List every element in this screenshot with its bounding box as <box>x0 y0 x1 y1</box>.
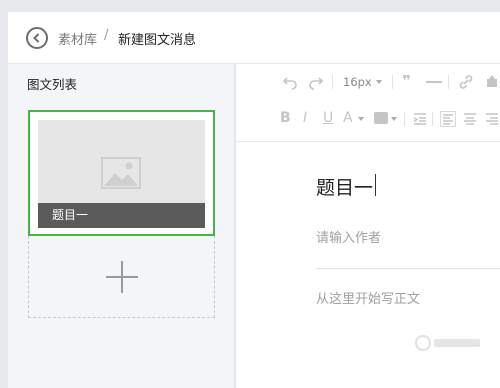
highlight-color-icon[interactable] <box>374 112 388 124</box>
indent-icon[interactable] <box>412 111 428 127</box>
horizontal-rule-icon[interactable] <box>426 81 442 83</box>
toolbar-divider <box>432 112 433 126</box>
align-left-icon[interactable] <box>440 111 456 127</box>
image-icon <box>101 157 141 189</box>
toolbar-divider <box>332 75 333 89</box>
link-icon[interactable] <box>458 74 474 90</box>
blockquote-icon[interactable]: ❞ <box>402 73 411 89</box>
breadcrumb-current: 新建图文消息 <box>118 33 197 48</box>
chevron-down-icon <box>391 117 397 121</box>
bold-button[interactable]: B <box>280 110 291 126</box>
breadcrumb-parent[interactable]: 素材库 <box>58 29 97 48</box>
toolbar-divider <box>404 112 405 126</box>
article-body-input[interactable]: 从这里开始写正文 <box>316 288 420 307</box>
font-color-button[interactable]: A <box>343 110 353 126</box>
editor-divider <box>316 268 500 269</box>
chevron-left-icon <box>33 33 40 43</box>
article-title-input[interactable]: 题目一 <box>316 173 373 200</box>
chevron-down-icon <box>358 117 364 121</box>
undo-icon[interactable] <box>282 74 298 90</box>
align-center-icon[interactable] <box>462 111 478 127</box>
underline-button[interactable]: U <box>323 110 333 126</box>
italic-button[interactable]: I <box>303 110 307 126</box>
back-button[interactable] <box>26 27 48 49</box>
article-list-title: 图文列表 <box>27 77 78 92</box>
breadcrumb-separator: / <box>104 28 109 43</box>
text-cursor <box>375 174 376 196</box>
font-size-select[interactable]: 16px <box>343 74 372 90</box>
cover-image-placeholder: 题目一 <box>38 120 205 228</box>
author-input[interactable]: 请输入作者 <box>316 227 381 246</box>
editor-toolbar: 16px ❞ B I U A <box>236 64 500 142</box>
toolbar-divider <box>392 75 393 89</box>
align-right-icon[interactable] <box>484 111 500 127</box>
article-card-caption: 题目一 <box>38 203 205 228</box>
top-bar: 素材库 / 新建图文消息 <box>8 12 500 64</box>
chevron-down-icon <box>376 80 382 84</box>
editor-panel: 16px ❞ B I U A 题目一 请输入作者 从这里开始写正文 <box>236 64 500 388</box>
watermark-logo <box>415 335 480 351</box>
add-article-button[interactable] <box>28 236 215 318</box>
toolbar-divider <box>448 75 449 89</box>
clear-format-icon[interactable] <box>484 74 500 90</box>
article-list-panel: 图文列表 题目一 <box>8 64 235 388</box>
redo-icon[interactable] <box>308 74 324 90</box>
article-card-selected[interactable]: 题目一 <box>28 110 215 236</box>
